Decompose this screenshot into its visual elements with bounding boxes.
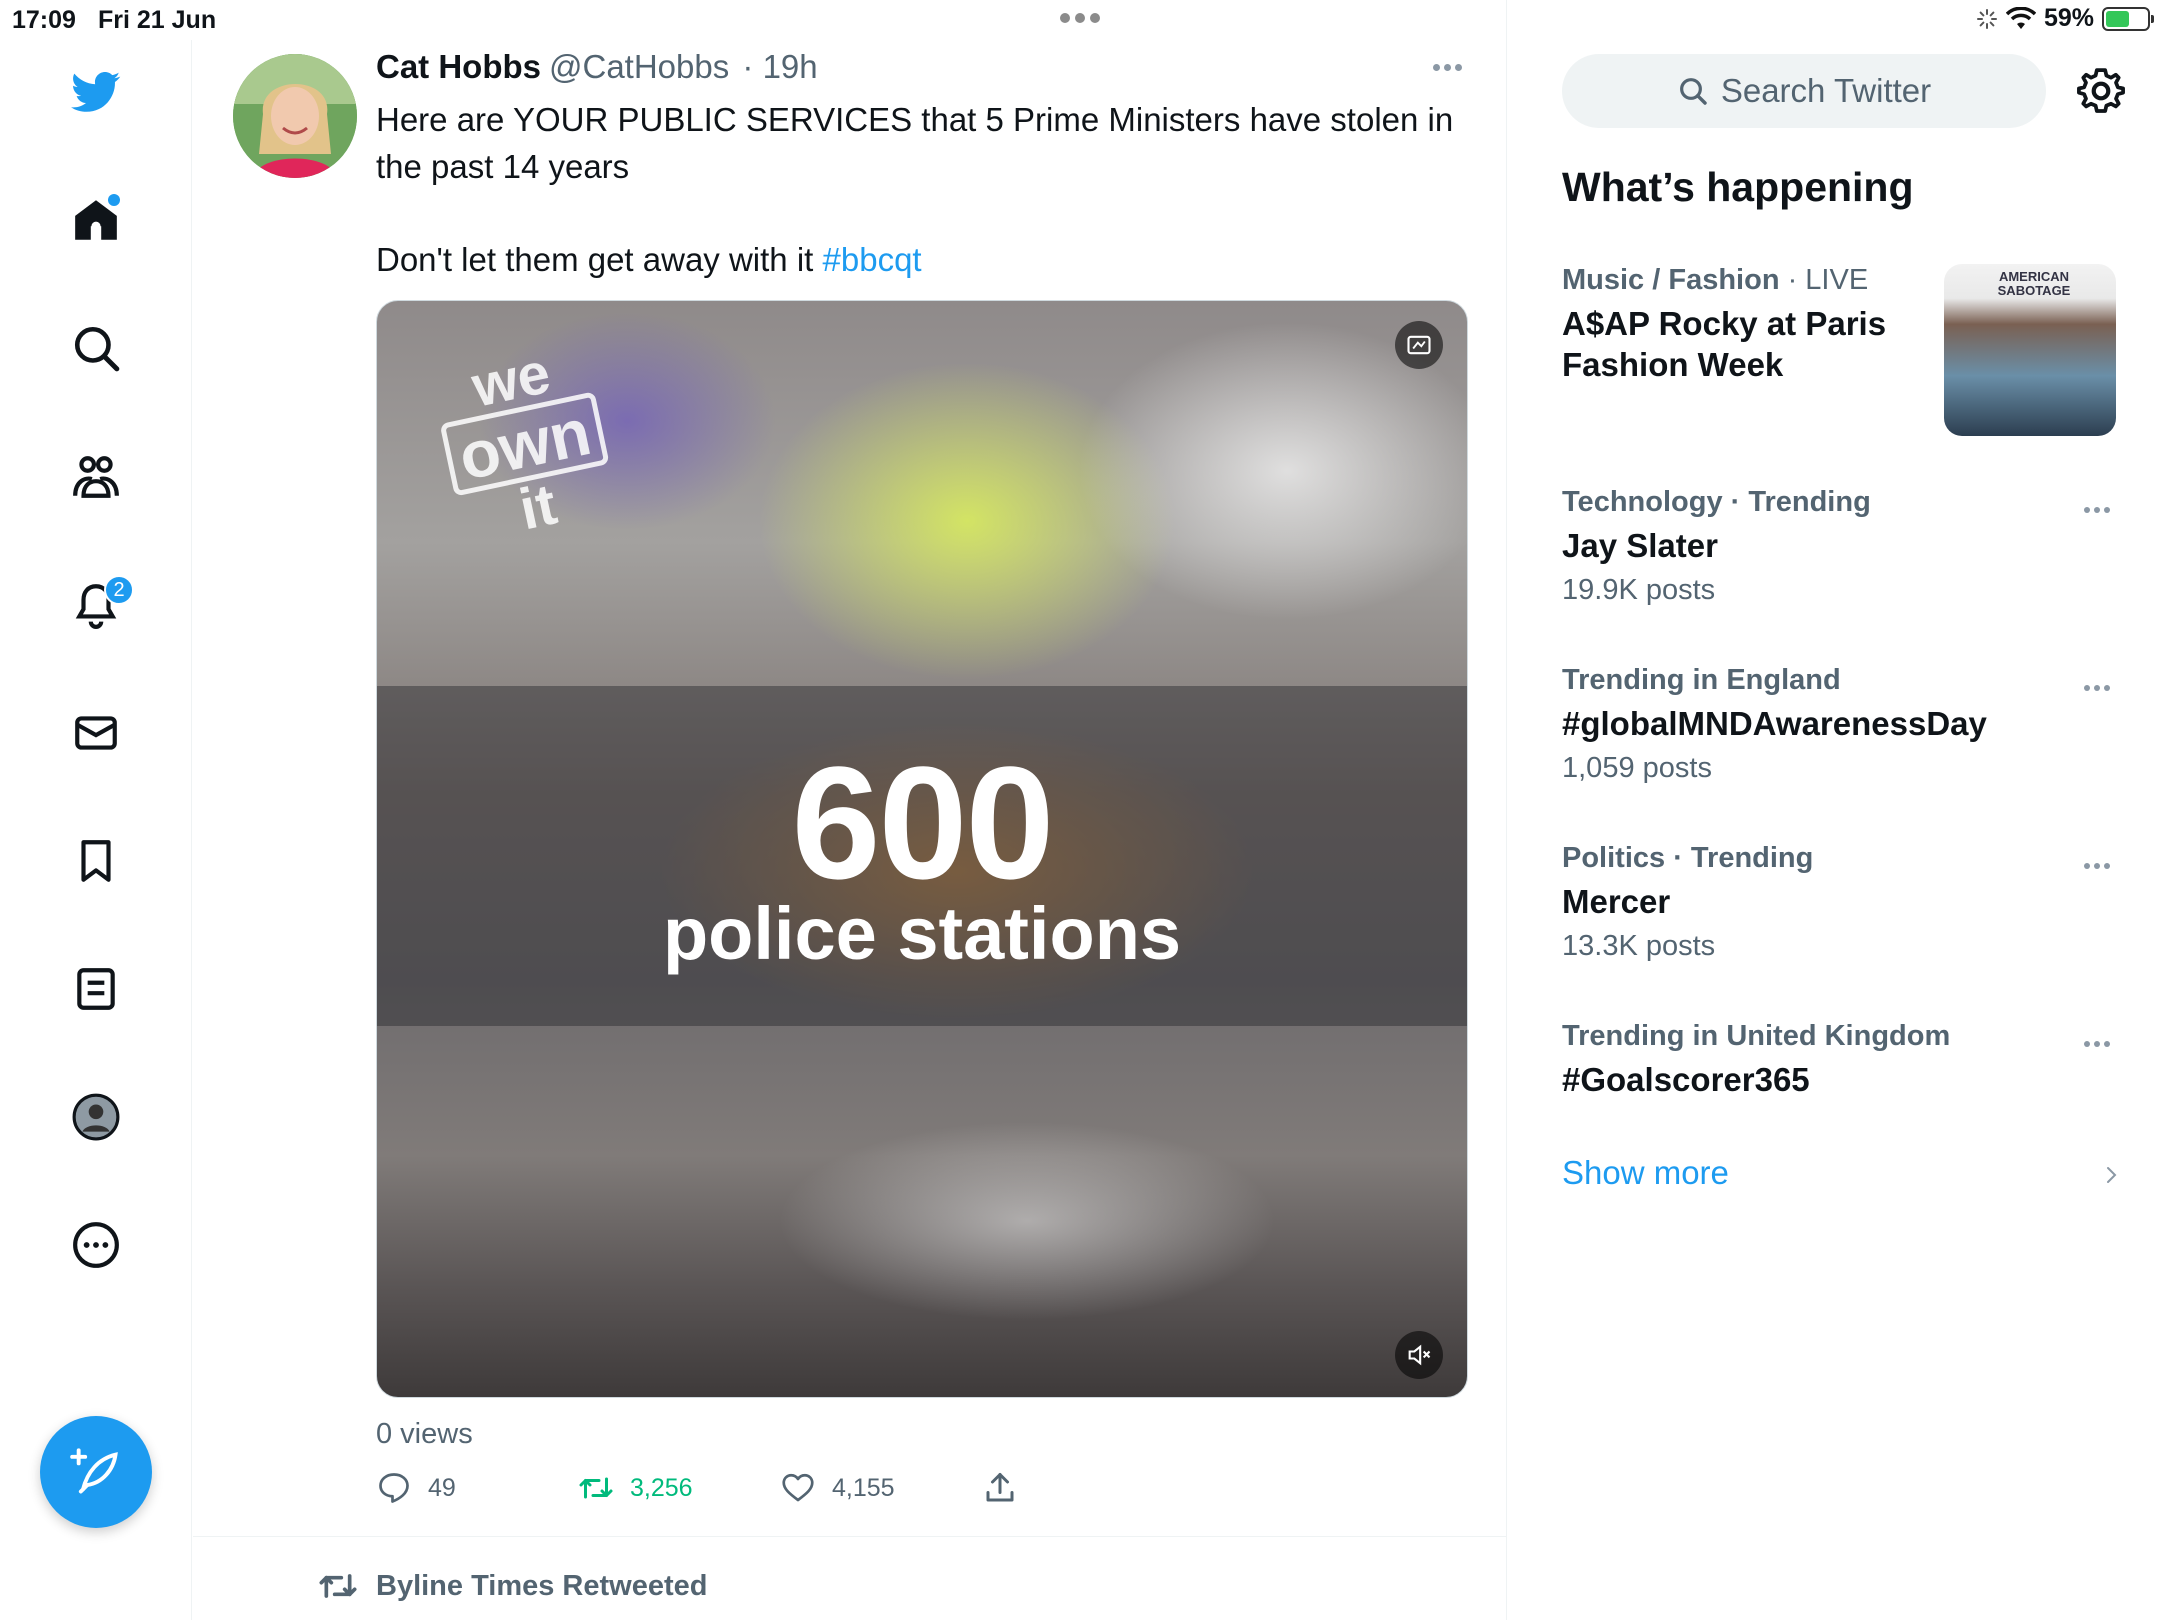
more-circle-icon — [73, 1222, 119, 1268]
timeline: Cat Hobbs @CatHobbs · 19h Here are YOUR P… — [193, 0, 1507, 1620]
trend-item[interactable]: Trending in England #globalMNDAwarenessD… — [1562, 664, 2122, 785]
tweet-header: Cat Hobbs @CatHobbs · 19h — [376, 48, 818, 86]
search-icon — [1679, 78, 1707, 105]
trend-title: #globalMNDAwarenessDay — [1562, 705, 1987, 742]
author-name[interactable]: Cat Hobbs — [376, 48, 541, 85]
twitter-bird-icon[interactable] — [66, 62, 126, 122]
like-button[interactable]: 4,155 — [780, 1470, 895, 1506]
trend-title: Jay Slater — [1562, 527, 1718, 564]
nav-communities[interactable] — [66, 447, 126, 507]
share-button[interactable] — [982, 1470, 1018, 1506]
tweet-text-plain: Don't let them get away with it — [376, 241, 814, 278]
tweet-time[interactable]: · 19h — [742, 48, 817, 85]
nav-profile[interactable] — [66, 1087, 126, 1147]
reply-count: 49 — [428, 1473, 456, 1502]
trend-category: Trending in United Kingdom — [1562, 1020, 1951, 1052]
list-icon — [77, 968, 115, 1010]
trend-category: Music / Fashion — [1562, 264, 1780, 296]
people-icon — [73, 456, 119, 498]
person-icon — [72, 1093, 120, 1141]
side-navigation: 2 — [0, 40, 192, 1620]
retweet-icon — [319, 1574, 357, 1598]
tweet-more-icon[interactable] — [1433, 58, 1473, 78]
retweet-button[interactable]: 3,256 — [578, 1470, 693, 1506]
video-blur-light — [777, 1121, 1277, 1321]
tweet-divider — [193, 1536, 1507, 1537]
trend-status: · LIVE — [1787, 264, 1869, 296]
trend-count: 19.9K posts — [1562, 574, 1716, 606]
nav-more[interactable] — [66, 1215, 126, 1275]
nav-bookmarks[interactable] — [66, 831, 126, 891]
retweet-icon — [579, 1477, 613, 1499]
whats-happening-title: What’s happening — [1562, 164, 1914, 210]
tweet-text-line1: Here are YOUR PUBLIC SERVICES that 5 Pri… — [376, 101, 1454, 185]
compose-feather-icon — [70, 1448, 118, 1494]
notification-badge: 2 — [104, 575, 134, 605]
trend-more-icon[interactable] — [2084, 1034, 2120, 1047]
right-sidebar: Search Twitter What’s happening Music / … — [1508, 0, 2160, 1620]
trend-category: Politics · Trending — [1562, 842, 1814, 874]
nav-explore[interactable] — [66, 318, 126, 378]
gif-toggle-icon[interactable] — [1395, 321, 1443, 369]
show-more-link[interactable]: Show more — [1562, 1154, 1729, 1192]
trend-title: Mercer — [1562, 883, 1671, 920]
trend-item[interactable]: Politics · Trending Mercer 13.3K posts — [1562, 842, 2122, 963]
reply-icon — [379, 1473, 409, 1503]
nav-lists[interactable] — [66, 959, 126, 1019]
trend-category: Technology · Trending — [1562, 486, 1871, 518]
nav-messages[interactable] — [66, 703, 126, 763]
retweet-count: 3,256 — [630, 1473, 693, 1502]
share-icon — [986, 1473, 1014, 1502]
trend-item[interactable]: Technology · Trending Jay Slater 19.9K p… — [1562, 486, 2122, 607]
trend-thumbnail-text: AMERICAN SABOTAGE — [1997, 269, 2071, 298]
trend-more-icon[interactable] — [2084, 500, 2120, 513]
nav-home[interactable] — [66, 190, 126, 250]
trend-count: 13.3K posts — [1562, 930, 1716, 962]
status-time: 17:09 — [12, 6, 76, 34]
we-own-it-logo: we own it — [412, 333, 635, 549]
search-input[interactable]: Search Twitter — [1562, 54, 2046, 128]
video-big-number: 600 — [791, 733, 1055, 912]
home-unread-dot — [108, 194, 120, 206]
nav-notifications[interactable]: 2 — [66, 575, 134, 635]
tweet-hashtag[interactable]: #bbcqt — [823, 241, 922, 278]
reply-button[interactable]: 49 — [376, 1470, 456, 1506]
gear-icon[interactable] — [2076, 66, 2126, 116]
search-icon — [74, 326, 120, 372]
trend-count: 1,059 posts — [1562, 752, 1712, 784]
video-big-label: police stations — [662, 892, 1182, 975]
trend-more-icon[interactable] — [2084, 678, 2120, 691]
tweet-actions: 49 3,256 4,155 — [376, 1470, 1476, 1510]
tweet-video[interactable]: we own it 600 police stations — [376, 300, 1468, 1398]
trend-more-icon[interactable] — [2084, 856, 2120, 869]
search-placeholder: Search Twitter — [1720, 72, 1932, 109]
like-count: 4,155 — [832, 1473, 895, 1502]
tweet-views: 0 views — [376, 1418, 473, 1450]
trend-category: Trending in England — [1562, 664, 1841, 696]
retweeted-by-label: Byline Times Retweeted — [376, 1569, 708, 1602]
chevron-right-icon[interactable] — [2100, 1160, 2124, 1190]
trend-thumbnail[interactable]: AMERICAN SABOTAGE — [1944, 264, 2116, 436]
heart-icon — [782, 1473, 814, 1502]
bookmark-icon — [81, 840, 111, 882]
compose-tweet-button[interactable] — [40, 1416, 152, 1528]
retweeted-context[interactable]: Byline Times Retweeted — [318, 1566, 707, 1606]
trend-item[interactable]: Trending in United Kingdom #Goalscorer36… — [1562, 1020, 2122, 1100]
mail-icon — [75, 716, 117, 750]
author-avatar[interactable] — [233, 54, 357, 178]
tweet-text-line2: Don't let them get away with it #bbcqt — [376, 236, 1476, 283]
trend-title: #Goalscorer365 — [1562, 1061, 1810, 1098]
mute-icon[interactable] — [1395, 1331, 1443, 1379]
author-handle[interactable]: @CatHobbs — [549, 48, 729, 85]
